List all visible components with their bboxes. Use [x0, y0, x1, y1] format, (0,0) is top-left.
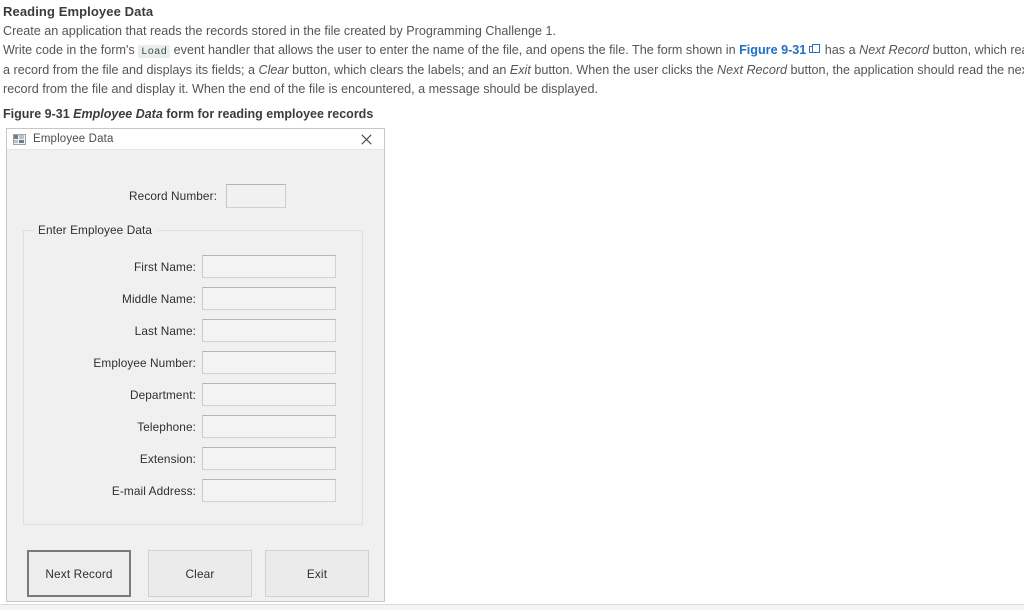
paragraph-line-3: a record from the file and displays its … [3, 63, 1024, 78]
emphasis-text: Exit [509, 63, 531, 78]
figure-caption-suffix: form for reading employee records [162, 107, 374, 121]
input-extension[interactable] [202, 447, 336, 470]
form-button-bar: Next Record Clear Exit [7, 550, 384, 600]
page-title: Reading Employee Data [3, 4, 154, 19]
paragraph-line-2: Write code in the form's Load event hand… [3, 42, 1024, 58]
field-row-employee-number: Employee Number: [24, 351, 362, 375]
page-footer [0, 605, 1024, 610]
input-middle-name[interactable] [202, 287, 336, 310]
label-middle-name: Middle Name: [122, 292, 196, 306]
emphasis-text: Clear [258, 63, 289, 78]
input-employee-number[interactable] [202, 351, 336, 374]
label-department: Department: [129, 388, 196, 402]
form-body: Record Number: Enter Employee Data First… [7, 150, 384, 601]
input-telephone[interactable] [202, 415, 336, 438]
emphasis-text: Next Record [859, 42, 930, 57]
next-record-button[interactable]: Next Record [27, 550, 131, 597]
field-row-middle-name: Middle Name: [24, 287, 362, 311]
field-row-department: Department: [24, 383, 362, 407]
field-row-telephone: Telephone: [24, 415, 362, 439]
input-email-address[interactable] [202, 479, 336, 502]
field-row-email-address: E-mail Address: [24, 479, 362, 503]
label-telephone: Telephone: [137, 420, 196, 434]
window-titlebar: Employee Data [7, 129, 384, 150]
input-department[interactable] [202, 383, 336, 406]
paragraph-line-1: Create an application that reads the rec… [3, 24, 557, 38]
field-row-extension: Extension: [24, 447, 362, 471]
close-icon[interactable] [348, 129, 384, 149]
window-title: Employee Data [33, 133, 114, 145]
record-number-label: Record Number: [129, 189, 217, 203]
label-employee-number: Employee Number: [93, 356, 196, 370]
input-first-name[interactable] [202, 255, 336, 278]
groupbox-legend: Enter Employee Data [34, 223, 158, 237]
label-email-address: E-mail Address: [111, 484, 196, 498]
app-window-icon [13, 133, 26, 145]
emphasis-text: Next Record [717, 63, 788, 78]
field-row-first-name: First Name: [24, 255, 362, 279]
paragraph-line-4: record from the file and display it. Whe… [3, 81, 599, 96]
exit-button[interactable]: Exit [265, 550, 369, 597]
input-last-name[interactable] [202, 319, 336, 342]
record-number-input[interactable] [226, 184, 286, 208]
figure-caption-italic: Employee Data [73, 107, 163, 121]
code-span-load: Load [138, 44, 171, 58]
employee-data-form-window: Employee Data Record Number: Enter Emplo… [6, 128, 385, 602]
popout-window-icon[interactable] [809, 43, 821, 55]
enter-employee-data-groupbox: Enter Employee Data First Name: Middle N… [23, 223, 363, 525]
problem-paragraph: Create an application that reads the rec… [3, 22, 1024, 98]
record-number-row: Record Number: [7, 184, 384, 210]
figure-caption-prefix: Figure 9-31 [3, 107, 74, 121]
label-extension: Extension: [139, 452, 196, 466]
label-last-name: Last Name: [134, 324, 196, 338]
figure-link[interactable]: Figure 9-31 [739, 43, 806, 57]
clear-button[interactable]: Clear [148, 550, 252, 597]
label-first-name: First Name: [133, 260, 196, 274]
problem-statement: Reading Employee Data Create an applicat… [3, 3, 1024, 98]
figure-caption: Figure 9-31 Employee Data form for readi… [3, 107, 373, 121]
field-row-last-name: Last Name: [24, 319, 362, 343]
